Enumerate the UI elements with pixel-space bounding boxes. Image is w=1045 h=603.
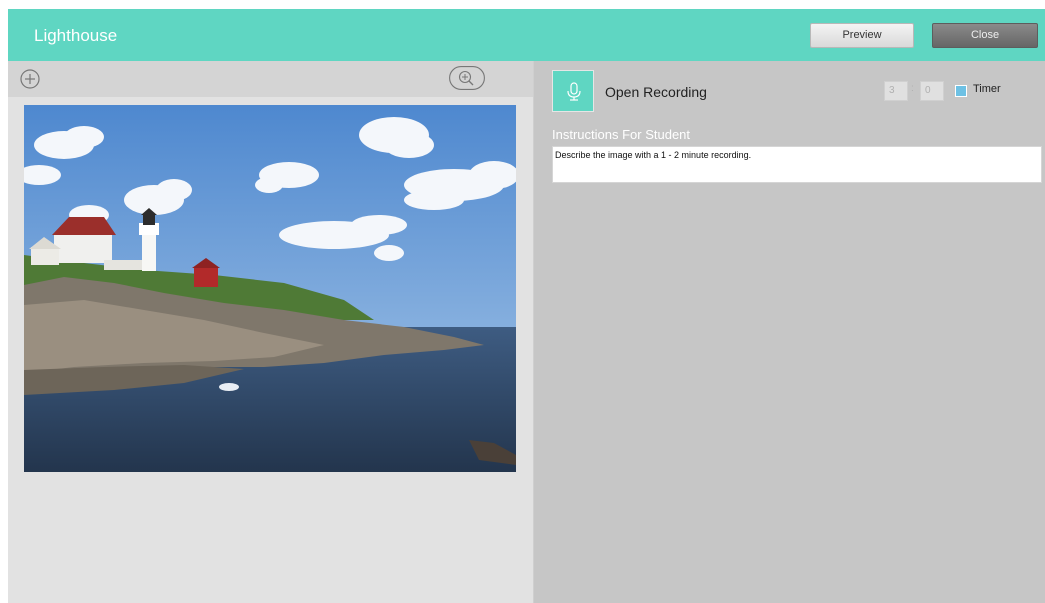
microphone-button[interactable] [552, 70, 594, 112]
page-title: Lighthouse [34, 26, 118, 45]
image-pane [8, 61, 533, 603]
preview-button[interactable]: Preview [810, 23, 914, 48]
close-button[interactable]: Close [932, 23, 1038, 48]
microphone-icon [567, 82, 581, 101]
instructions-textarea[interactable]: Describe the image with a 1 - 2 minute r… [552, 146, 1042, 183]
timer-checkbox[interactable] [955, 85, 967, 97]
plus-circle-icon[interactable] [20, 69, 40, 89]
timer-seconds-input[interactable]: 0 [920, 81, 944, 101]
timer-separator: : [911, 83, 914, 94]
image-toolbar [8, 61, 533, 97]
recording-label: Open Recording [605, 84, 707, 100]
timer-minutes-input[interactable]: 3 [884, 81, 908, 101]
app-window: Lighthouse Preview Close Open Recording … [8, 8, 1045, 603]
header-bar: Lighthouse Preview Close [8, 9, 1045, 61]
zoom-in-icon[interactable] [449, 66, 485, 90]
recording-pane: Open Recording 3 : 0 Timer Instructions … [534, 61, 1045, 603]
timer-label: Timer [973, 83, 1001, 95]
lighthouse-photo [24, 105, 516, 472]
instructions-title: Instructions For Student [552, 127, 691, 142]
